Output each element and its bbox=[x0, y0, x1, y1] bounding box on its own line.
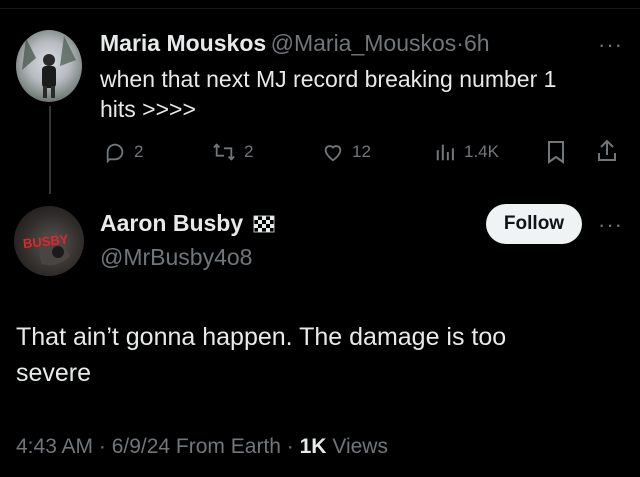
views-label: Views bbox=[326, 435, 388, 458]
author-handle[interactable]: @MrBusby4o8 bbox=[100, 244, 252, 271]
more-options-icon[interactable]: ··· bbox=[598, 32, 623, 58]
reply-icon bbox=[104, 141, 126, 163]
checkered-flag-icon bbox=[252, 214, 276, 239]
views-button[interactable]: 1.4K bbox=[434, 141, 499, 163]
repost-icon bbox=[212, 141, 236, 163]
timestamp[interactable]: 4:43 AM · 6/9/24 From Earth · bbox=[16, 435, 300, 458]
share-button[interactable] bbox=[596, 139, 618, 163]
tweet-text-line: when that next MJ record breaking number… bbox=[100, 66, 557, 92]
divider bbox=[0, 8, 640, 9]
tweet-metadata: 4:43 AM · 6/9/24 From Earth · 1K Views bbox=[16, 435, 388, 459]
author-handle[interactable]: @Maria_Mouskos bbox=[271, 30, 457, 56]
tweet-time[interactable]: 6h bbox=[464, 30, 490, 56]
share-icon bbox=[596, 139, 618, 163]
tweet-text: That ain’t gonna happen. The damage is t… bbox=[16, 319, 506, 391]
repost-button[interactable]: 2 bbox=[212, 141, 253, 163]
views-count: 1K bbox=[299, 435, 327, 458]
tweet-text-line: severe bbox=[16, 359, 92, 387]
repost-count: 2 bbox=[244, 142, 254, 161]
more-options-icon[interactable]: ··· bbox=[598, 212, 623, 238]
bookmark-button[interactable] bbox=[546, 140, 566, 164]
like-icon bbox=[322, 141, 344, 163]
author-name[interactable]: Maria Mouskos bbox=[100, 30, 266, 56]
main-tweet-header: Aaron Busby bbox=[100, 210, 276, 239]
tweet-text-line: That ain’t gonna happen. The damage is t… bbox=[16, 323, 507, 351]
tweet-header: Maria Mouskos @Maria_Mouskos·6h bbox=[100, 30, 490, 57]
reply-button[interactable]: 2 bbox=[104, 141, 143, 163]
like-count: 12 bbox=[352, 142, 371, 161]
tweet-text-line: hits >>>> bbox=[100, 96, 196, 122]
avatar-aaron[interactable]: BUSBY bbox=[14, 206, 84, 276]
reply-count: 2 bbox=[134, 142, 144, 161]
thread-connector bbox=[49, 106, 51, 194]
author-name[interactable]: Aaron Busby bbox=[100, 210, 243, 236]
avatar-maria[interactable] bbox=[16, 30, 82, 102]
like-button[interactable]: 12 bbox=[322, 141, 371, 163]
separator-dot: · bbox=[456, 30, 464, 56]
views-count: 1.4K bbox=[464, 142, 499, 161]
tweet-text: when that next MJ record breaking number… bbox=[100, 64, 556, 124]
follow-button[interactable]: Follow bbox=[486, 204, 582, 244]
views-icon bbox=[434, 141, 456, 163]
bookmark-icon bbox=[546, 140, 566, 164]
